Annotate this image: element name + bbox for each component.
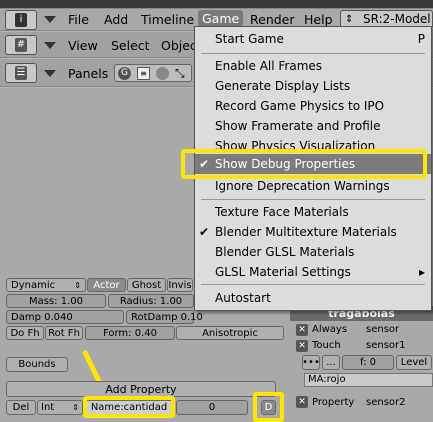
bounds-toggle[interactable]: Bounds bbox=[6, 357, 68, 372]
panels-icon: ☰ bbox=[15, 66, 27, 80]
sensor-name[interactable]: sensor1 bbox=[366, 340, 406, 351]
context-buttons: G ≡ ⤡ bbox=[114, 64, 192, 82]
property-type-select[interactable]: Int ⇕ bbox=[37, 400, 83, 415]
menu-item-glsl[interactable]: Blender GLSL Materials bbox=[195, 242, 431, 262]
shortcut-label: P bbox=[417, 32, 425, 46]
form-label: Form: 0.40 bbox=[102, 327, 157, 339]
property-type-label: Int bbox=[41, 402, 55, 413]
delete-sensor-icon[interactable]: ✕ bbox=[296, 396, 308, 408]
rot-fh-toggle[interactable]: Rot Fh bbox=[45, 326, 83, 340]
physics-type-label: Dynamic bbox=[11, 279, 56, 291]
damp-slider[interactable]: Damp 0.040 bbox=[6, 310, 124, 324]
material-field[interactable]: MA:rojo bbox=[304, 373, 433, 387]
menu-timeline[interactable]: Timeline bbox=[141, 12, 194, 27]
window-top-strip bbox=[0, 0, 433, 9]
scene-name: SR:2-Model bbox=[363, 12, 431, 26]
do-fh-toggle[interactable]: Do Fh bbox=[6, 326, 44, 340]
panels-label: Panels bbox=[68, 66, 109, 81]
menu-item-display-lists[interactable]: Generate Display Lists bbox=[195, 76, 431, 96]
menu-render[interactable]: Render bbox=[250, 12, 295, 27]
damp-label: Damp 0.040 bbox=[11, 311, 73, 323]
actor-toggle[interactable]: Actor bbox=[87, 278, 126, 292]
menu-separator bbox=[201, 284, 425, 285]
menu-item-enable-all-frames[interactable]: Enable All Frames bbox=[195, 56, 431, 76]
collapse-triangle-icon[interactable] bbox=[44, 16, 56, 23]
checkmark-icon: ✔ bbox=[199, 225, 210, 239]
property-value-field[interactable]: 0 bbox=[176, 400, 248, 415]
menu-item-autostart[interactable]: Autostart bbox=[195, 288, 431, 308]
radius-field[interactable]: Radius: 1.00 bbox=[108, 294, 194, 308]
menu-select[interactable]: Select bbox=[111, 38, 150, 53]
menu-item-physics-visualization[interactable]: Show Physics Visualization bbox=[195, 136, 431, 150]
frequency-field[interactable]: f: 0 bbox=[342, 355, 394, 370]
menu-object[interactable]: Objec bbox=[161, 38, 197, 53]
sensor-type[interactable]: Always bbox=[312, 324, 362, 335]
menu-item-record-physics[interactable]: Record Game Physics to IPO bbox=[195, 96, 431, 116]
mass-field[interactable]: Mass: 1.00 bbox=[6, 294, 106, 308]
sensor-name[interactable]: sensor bbox=[366, 324, 399, 335]
menu-item-glsl-settings[interactable]: GLSL Material Settings ▸ bbox=[195, 262, 431, 282]
menu-item-start-game[interactable]: Start Game P bbox=[195, 29, 431, 49]
rotdamp-label: RotDamp 0.10 bbox=[131, 311, 203, 323]
property-value: 0 bbox=[208, 402, 216, 413]
anisotropic-toggle[interactable]: Anisotropic bbox=[176, 326, 284, 340]
collapse-triangle-icon[interactable] bbox=[44, 42, 56, 49]
script-context-icon[interactable]: ≡ bbox=[137, 67, 150, 80]
sensor-row: ✕ Always sensor bbox=[296, 322, 433, 337]
level-toggle[interactable]: Level bbox=[396, 355, 432, 370]
grid-icon: # bbox=[15, 38, 27, 52]
logic-context-icon[interactable]: G bbox=[118, 67, 131, 80]
menu-item-label: Start Game bbox=[215, 32, 284, 46]
sensor-name[interactable]: sensor2 bbox=[366, 397, 406, 408]
menu-item-show-framerate[interactable]: Show Framerate and Profile bbox=[195, 116, 431, 136]
updown-arrows-icon: ⇕ bbox=[74, 280, 81, 290]
menu-separator bbox=[201, 199, 425, 200]
physics-type-select[interactable]: Dynamic ⇕ bbox=[6, 278, 86, 292]
shading-context-icon[interactable] bbox=[156, 67, 169, 80]
annotation-highlight bbox=[83, 396, 175, 418]
menu-help[interactable]: Help bbox=[304, 12, 333, 27]
menu-file[interactable]: File bbox=[68, 12, 89, 27]
editor-type-button[interactable]: i bbox=[5, 10, 37, 30]
editor-type-buttons-button[interactable]: ☰ bbox=[5, 63, 37, 83]
sensor-type[interactable]: Property bbox=[312, 397, 362, 408]
rotdamp-slider[interactable]: RotDamp 0.10 bbox=[126, 310, 203, 324]
annotation-highlight bbox=[181, 149, 427, 179]
menu-item-ignore-deprecation[interactable]: Ignore Deprecation Warnings bbox=[195, 176, 431, 196]
mass-label: Mass: 1.00 bbox=[29, 295, 83, 307]
updown-arrows-icon: ⇕ bbox=[72, 403, 79, 412]
pulse-true-icon[interactable]: ••• bbox=[302, 355, 320, 370]
radius-label: Radius: 1.00 bbox=[119, 295, 183, 307]
add-property-button[interactable]: Add Property bbox=[6, 381, 276, 397]
pulse-false-icon[interactable]: ... bbox=[322, 355, 340, 370]
annotation-highlight bbox=[253, 392, 284, 422]
info-icon: i bbox=[15, 13, 27, 27]
sensor-row: ✕ Property sensor2 bbox=[296, 394, 433, 410]
sensor-pulse-row: ••• ... f: 0 Level bbox=[302, 355, 433, 370]
ghost-toggle[interactable]: Ghost bbox=[127, 278, 166, 292]
menu-item-texture-face[interactable]: Texture Face Materials bbox=[195, 202, 431, 222]
menu-item-label: GLSL Material Settings bbox=[215, 265, 351, 279]
editor-type-3dview-button[interactable]: # bbox=[5, 35, 37, 55]
submenu-arrow-icon: ▸ bbox=[418, 265, 425, 279]
menu-item-multitexture[interactable]: ✔ Blender Multitexture Materials bbox=[195, 222, 431, 242]
menu-add[interactable]: Add bbox=[104, 12, 128, 27]
menu-game[interactable]: Game bbox=[198, 10, 244, 27]
delete-property-button[interactable]: Del bbox=[6, 400, 36, 415]
delete-sensor-icon[interactable]: ✕ bbox=[296, 339, 308, 352]
menu-item-label: Blender Multitexture Materials bbox=[215, 225, 397, 239]
menu-view[interactable]: View bbox=[68, 38, 98, 53]
form-field[interactable]: Form: 0.40 bbox=[85, 326, 175, 340]
collapse-triangle-icon[interactable] bbox=[44, 70, 56, 77]
sensor-type[interactable]: Touch bbox=[312, 340, 362, 351]
delete-sensor-icon[interactable]: ✕ bbox=[296, 323, 308, 336]
menu-separator bbox=[201, 53, 425, 54]
object-context-icon[interactable]: ⤡ bbox=[175, 66, 185, 81]
invisible-toggle[interactable]: Invis bbox=[167, 278, 193, 292]
sensor-row: ✕ Touch sensor1 bbox=[296, 338, 433, 353]
